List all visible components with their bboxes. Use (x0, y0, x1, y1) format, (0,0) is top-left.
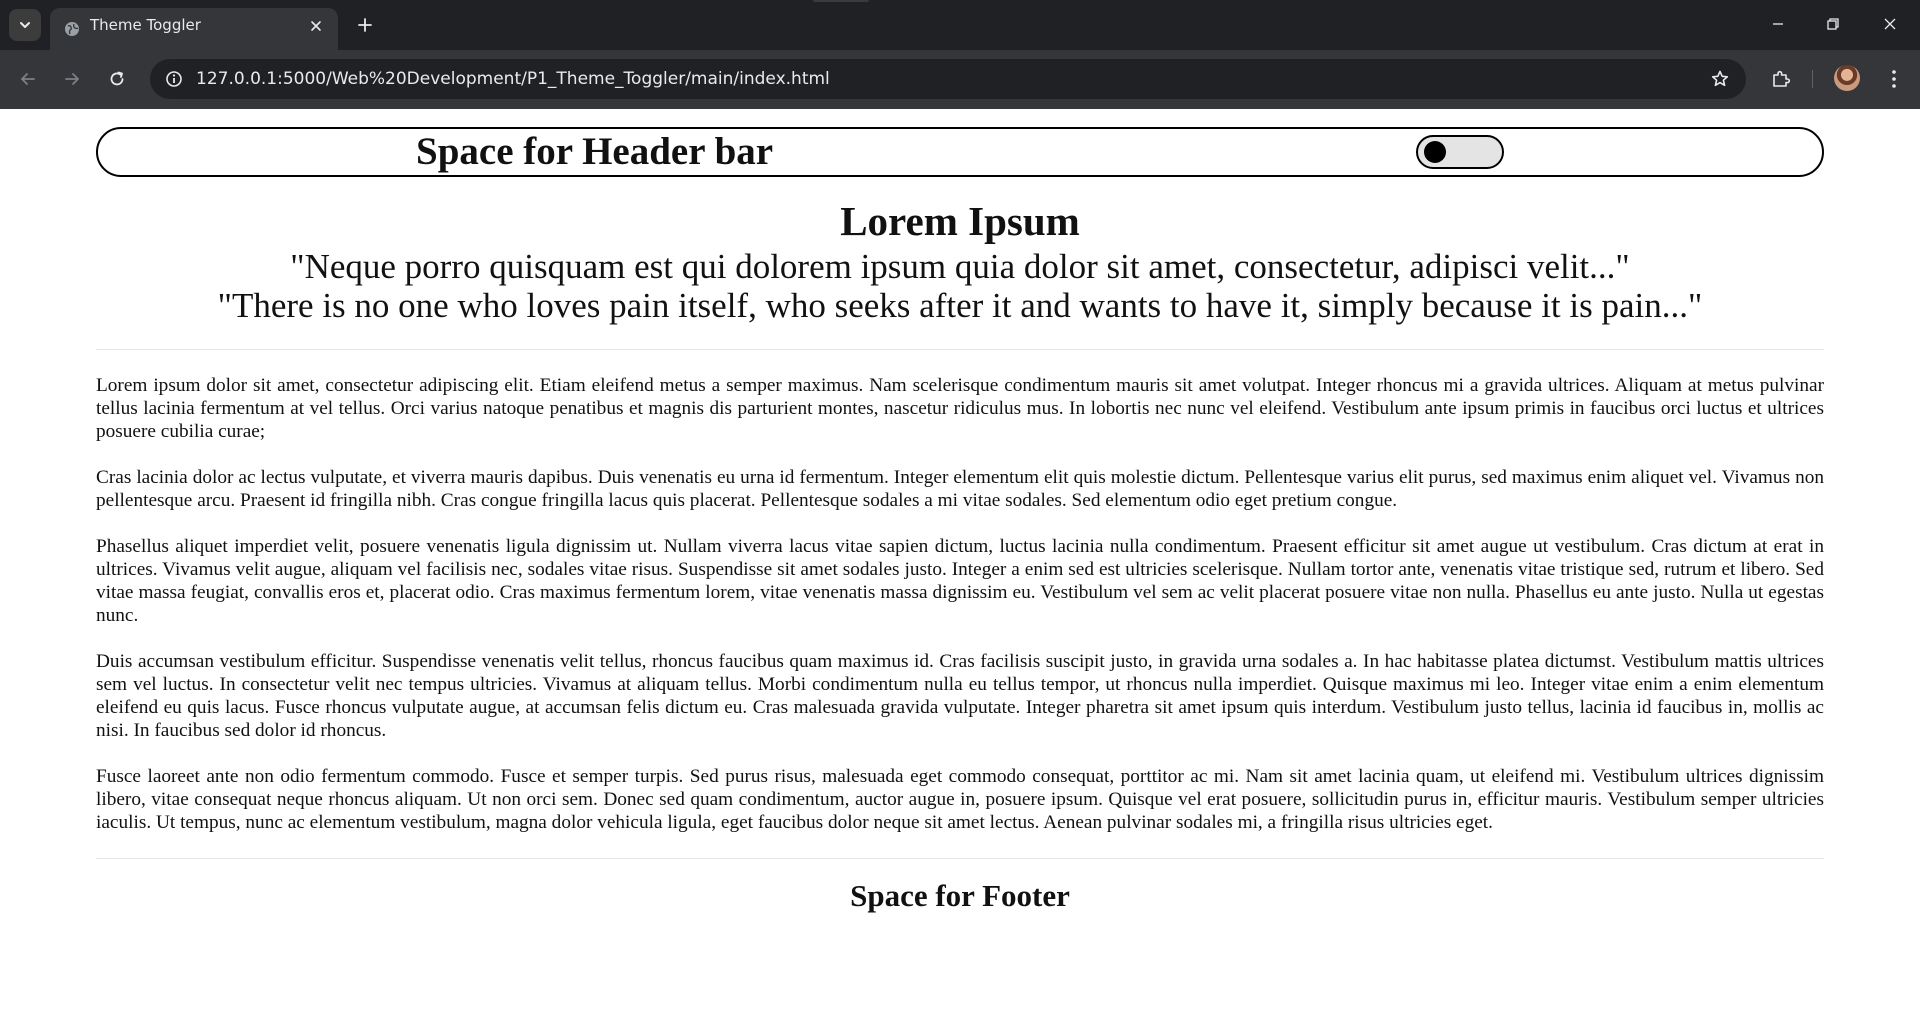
address-bar[interactable]: 127.0.0.1:5000/Web%20Development/P1_Them… (150, 59, 1746, 99)
paragraph: Cras lacinia dolor ac lectus vulputate, … (96, 467, 1824, 511)
bookmark-button[interactable] (1708, 67, 1732, 91)
close-window-button[interactable] (1870, 8, 1910, 40)
paragraph: Fusce laoreet ante non odio fermentum co… (96, 766, 1824, 833)
globe-icon (65, 22, 79, 36)
footer-text: Space for Footer (850, 878, 1070, 913)
minimize-button[interactable] (1758, 8, 1798, 40)
reload-icon (110, 71, 124, 86)
arrow-right-icon (65, 73, 79, 85)
minimize-icon (1773, 23, 1783, 25)
theme-toggle-switch[interactable] (1416, 135, 1504, 169)
restore-button[interactable] (1813, 8, 1853, 40)
window-drag-notch (813, 0, 869, 2)
close-icon (1884, 18, 1896, 30)
back-button[interactable] (12, 63, 44, 95)
hero-quote-english: "There is no one who loves pain itself, … (217, 286, 1703, 325)
puzzle-icon (1773, 70, 1791, 87)
section-divider (96, 349, 1824, 350)
chevron-down-icon (20, 22, 30, 28)
header-title: Space for Header bar (416, 130, 774, 173)
forward-button[interactable] (56, 63, 88, 95)
toggle-knob (1424, 141, 1446, 163)
plus-icon (358, 18, 372, 32)
arrow-left-icon (21, 73, 35, 85)
site-info-button[interactable] (162, 67, 186, 91)
paragraph: Phasellus aliquet imperdiet velit, posue… (96, 536, 1824, 626)
tab-search-button[interactable] (9, 9, 41, 41)
new-tab-button[interactable] (352, 12, 378, 38)
paragraph: Lorem ipsum dolor sit amet, consectetur … (96, 375, 1824, 442)
info-icon (166, 71, 182, 87)
tab-title: Theme Toggler (90, 16, 201, 34)
browser-tab-strip: Theme Toggler (0, 0, 1920, 50)
restore-icon (1827, 18, 1839, 30)
tab-close-button[interactable] (306, 16, 326, 36)
page-viewport: Space for Header bar Lorem Ipsum "Neque … (0, 109, 1920, 1027)
profile-avatar[interactable] (1834, 65, 1860, 91)
paragraph: Duis accumsan vestibulum efficitur. Susp… (96, 651, 1824, 741)
browser-tab-active[interactable]: Theme Toggler (50, 8, 338, 50)
star-icon (1711, 70, 1729, 87)
article-content: Lorem ipsum dolor sit amet, consectetur … (96, 374, 1824, 857)
hero-title: Lorem Ipsum (840, 198, 1080, 244)
toolbar-separator (1812, 70, 1813, 88)
close-icon (311, 21, 321, 31)
hero-quote-latin: "Neque porro quisquam est qui dolorem ip… (290, 247, 1630, 286)
extensions-button[interactable] (1765, 63, 1797, 95)
url-text[interactable]: 127.0.0.1:5000/Web%20Development/P1_Them… (196, 59, 830, 99)
reload-button[interactable] (101, 63, 133, 95)
footer-divider (96, 858, 1824, 859)
browser-menu-button[interactable] (1878, 63, 1910, 95)
header-bar: Space for Header bar (96, 127, 1824, 177)
kebab-icon (1892, 70, 1896, 88)
browser-toolbar: 127.0.0.1:5000/Web%20Development/P1_Them… (0, 50, 1920, 109)
